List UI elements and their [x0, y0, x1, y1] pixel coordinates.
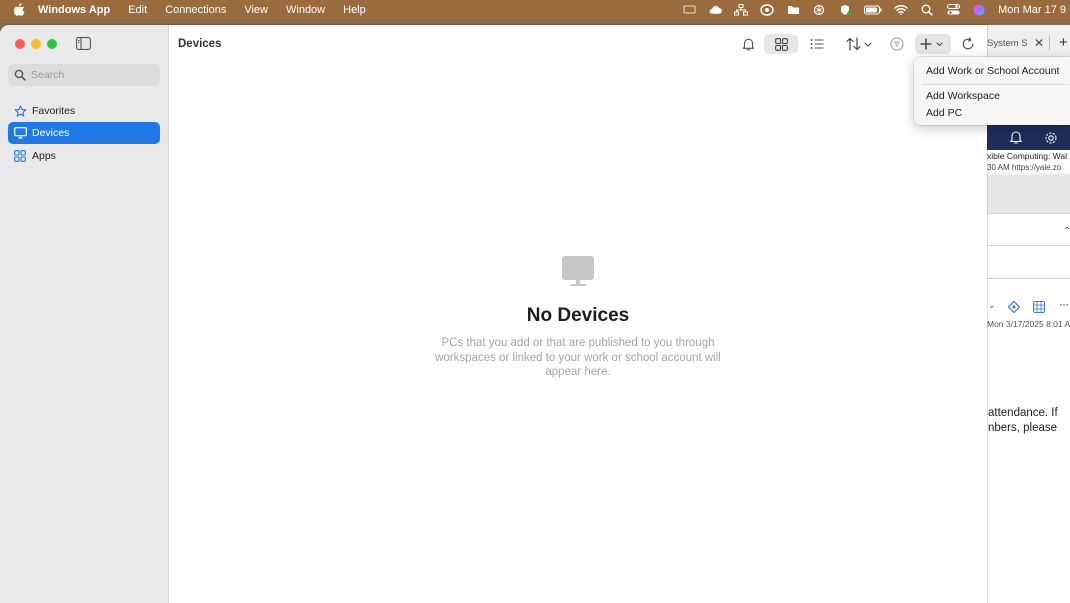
add-work-or-school-account-item[interactable]: Add Work or School Account: [926, 65, 1059, 77]
menu-edit[interactable]: Edit: [128, 4, 147, 16]
page-title: Devices: [178, 38, 222, 50]
apple-icon[interactable]: [12, 3, 26, 16]
sidebar-search[interactable]: [8, 64, 160, 86]
sidebar-toggle-icon[interactable]: [76, 37, 91, 55]
folder-icon[interactable]: [786, 4, 800, 16]
new-tab-icon[interactable]: +: [1059, 34, 1068, 51]
grid-view-button[interactable]: [764, 34, 798, 54]
monitor-icon: [561, 255, 595, 292]
filter-button[interactable]: [888, 34, 906, 54]
grid-view-icon: [774, 37, 788, 51]
mail-body-line: nbers, please: [988, 422, 1058, 434]
bell-icon: [742, 38, 754, 51]
close-window-button[interactable]: [15, 39, 25, 49]
filter-icon: [890, 37, 904, 51]
menu-app-name[interactable]: Windows App: [38, 4, 110, 16]
control-center-icon[interactable]: [946, 4, 960, 16]
zoom-window-button[interactable]: [47, 39, 57, 49]
sort-icon: [846, 37, 872, 51]
wifi-icon[interactable]: [894, 4, 908, 16]
panel-divider: [987, 245, 1070, 246]
search-input[interactable]: [31, 69, 151, 81]
menu-bar: Windows App Edit Connections View Window…: [0, 0, 1070, 19]
sidebar-item-label: Devices: [32, 127, 70, 139]
add-button[interactable]: [915, 34, 951, 54]
display-icon[interactable]: [682, 4, 696, 16]
creative-cloud-icon[interactable]: [760, 3, 774, 16]
apps-grid-icon: [13, 149, 27, 163]
sidebar-item-devices[interactable]: Devices: [8, 122, 160, 144]
mail-date: Mon 3/17/2025 8:01 AM: [987, 319, 1070, 329]
menu-view[interactable]: View: [244, 4, 268, 16]
diamond-icon[interactable]: [1007, 300, 1021, 315]
add-pc-item[interactable]: Add PC: [926, 107, 962, 119]
table-icon[interactable]: [1033, 301, 1045, 315]
more-options-icon[interactable]: ···: [1059, 297, 1069, 311]
battery-icon[interactable]: [864, 4, 882, 16]
add-menu: Add Work or School Account Add Workspace…: [914, 57, 1070, 125]
search-icon[interactable]: [920, 4, 934, 16]
sidebar-item-apps[interactable]: Apps: [8, 145, 160, 167]
tab-divider: [1049, 36, 1050, 50]
browser-tab-bar: System S ✕ +: [987, 25, 1070, 61]
siri-icon[interactable]: [972, 4, 986, 16]
add-icon: [920, 38, 943, 50]
sidebar-item-favorites[interactable]: Favorites: [8, 100, 160, 122]
list-view-icon: [810, 39, 824, 49]
sidebar-item-label: Favorites: [32, 105, 76, 117]
mail-options-panel: ⌃: [987, 213, 1070, 279]
menu-help[interactable]: Help: [343, 4, 366, 16]
chevron-down-icon[interactable]: ⌄: [988, 300, 996, 311]
mail-action-row: ⌄ ···: [987, 297, 1070, 315]
windows-app-window: Favorites Devices Apps Devices: [0, 25, 987, 603]
browser-tab-label[interactable]: System S: [987, 38, 1028, 49]
refresh-icon: [962, 37, 974, 50]
menu-bar-clock[interactable]: Mon Mar 17 9: [998, 4, 1066, 16]
bell-icon[interactable]: [1009, 125, 1023, 150]
chevron-up-icon[interactable]: ⌃: [1063, 226, 1070, 237]
refresh-button[interactable]: [959, 34, 977, 54]
vpn-icon[interactable]: [838, 4, 852, 16]
mail-divider-strip: [987, 175, 1070, 213]
menu-connections[interactable]: Connections: [165, 4, 226, 16]
minimize-window-button[interactable]: [31, 39, 41, 49]
chatgpt-icon[interactable]: [812, 4, 826, 16]
network-icon[interactable]: [734, 3, 749, 16]
monitor-icon: [13, 126, 27, 140]
add-workspace-item[interactable]: Add Workspace: [926, 90, 1000, 102]
menu-bar-status-area: Mon Mar 17 9: [682, 0, 1070, 19]
sidebar: Favorites Devices Apps: [0, 25, 169, 603]
menu-separator: [922, 84, 1068, 85]
list-view-button[interactable]: [808, 34, 826, 54]
sidebar-item-label: Apps: [32, 150, 56, 162]
empty-state-title: No Devices: [526, 305, 630, 326]
star-icon: [13, 104, 27, 118]
sort-button[interactable]: [843, 34, 877, 54]
menu-window[interactable]: Window: [286, 4, 325, 16]
mail-body-line: attendance. If: [988, 407, 1058, 419]
cloud-icon[interactable]: [708, 4, 723, 16]
gear-icon[interactable]: [1043, 125, 1059, 150]
search-icon: [14, 69, 26, 81]
empty-state-description: PCs that you add or that are published t…: [435, 337, 721, 378]
mail-preview-subject[interactable]: xible Computing: Wal: [987, 151, 1067, 161]
close-icon[interactable]: ✕: [1034, 36, 1044, 50]
mail-preview-meta: 30 AM https://yale.zo: [987, 163, 1062, 172]
notifications-button[interactable]: [739, 34, 757, 54]
